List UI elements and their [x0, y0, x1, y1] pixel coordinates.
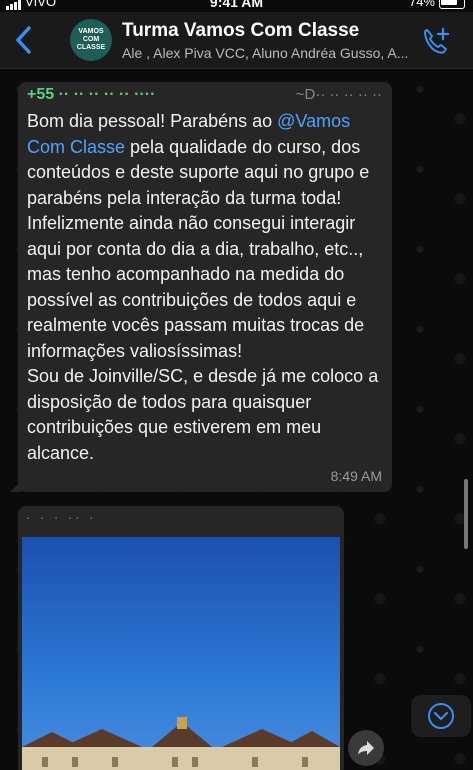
group-avatar[interactable]: VAMOS COM CLASSE	[70, 19, 112, 61]
image-message-bubble[interactable]: · · · ·· ·	[18, 506, 344, 770]
back-chevron-icon[interactable]	[12, 24, 36, 56]
battery: 74%	[409, 0, 465, 10]
group-members[interactable]: Ale , Alex Piva VCC, Aluno Andréa Gusso,…	[122, 45, 414, 61]
clock: 9:41 AM	[209, 0, 264, 10]
image-sender: · · · ·· ·	[26, 510, 97, 525]
chevron-down-circle-icon	[428, 703, 454, 729]
palace-illustration	[22, 717, 340, 770]
photo-palace[interactable]	[22, 537, 340, 770]
message-time: 8:49 AM	[330, 468, 382, 484]
add-call-icon[interactable]	[421, 26, 451, 56]
status-bar: VIVO 9:41 AM 74%	[0, 0, 473, 12]
scrollbar[interactable]	[464, 479, 468, 549]
chat-header: VAMOS COM CLASSE Turma Vamos Com Classe …	[0, 12, 473, 69]
group-title[interactable]: Turma Vamos Com Classe	[122, 20, 359, 42]
battery-icon	[439, 0, 465, 10]
chat-area[interactable]: +55 ·· ·· ·· ·· ·· ···· ~D·· ·· ·· ·· ··…	[0, 69, 473, 770]
message-text: Bom dia pessoal! Parabéns ao @Vamos Com …	[27, 111, 379, 463]
forward-button[interactable]	[348, 730, 384, 766]
scroll-down-button[interactable]	[411, 695, 471, 737]
message-bubble[interactable]: +55 ·· ·· ·· ·· ·· ···· ~D·· ·· ·· ·· ··…	[10, 82, 392, 492]
share-arrow-icon	[358, 741, 374, 755]
sender-name: ~D·· ·· ·· ·· ··	[295, 86, 382, 103]
sender-phone[interactable]: +55 ·· ·· ·· ·· ·· ····	[27, 86, 155, 104]
